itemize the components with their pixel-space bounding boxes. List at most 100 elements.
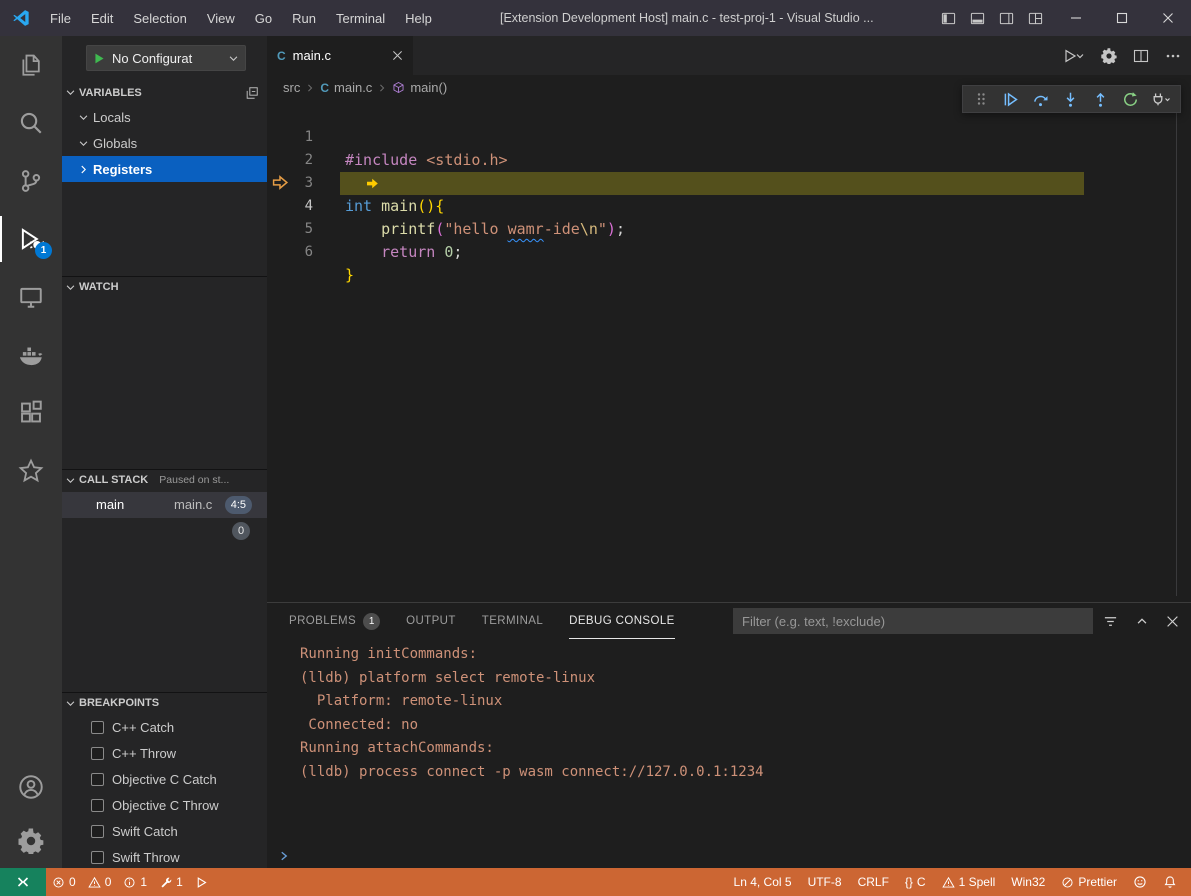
variables-item-registers[interactable]: Registers [62,156,267,182]
feedback-smiley-icon[interactable] [1127,868,1153,896]
breakpoint-swift-catch[interactable]: Swift Catch [62,818,267,844]
filter-icon[interactable] [1103,614,1118,629]
docker-icon[interactable] [0,326,62,384]
menu-go[interactable]: Go [245,0,282,36]
customize-layout-icon[interactable] [1028,11,1043,26]
more-actions-icon[interactable] [1165,48,1181,64]
explorer-icon[interactable] [0,36,62,94]
inline-breakpoint-arrow-icon[interactable] [366,177,379,190]
checkbox[interactable] [91,825,104,838]
tab-terminal[interactable]: TERMINAL [482,603,543,639]
menu-edit[interactable]: Edit [81,0,123,36]
menu-help[interactable]: Help [395,0,442,36]
step-out-icon[interactable] [1088,87,1113,111]
checkbox[interactable] [91,747,104,760]
checkbox[interactable] [91,773,104,786]
c-language-icon: C [320,81,329,95]
minimize-button[interactable] [1053,0,1099,36]
remote-indicator[interactable] [0,868,46,896]
toggle-sidebar-icon[interactable] [941,11,956,26]
menu-view[interactable]: View [197,0,245,36]
debug-sidebar: No Configurat VARIABLES Locals Globals R… [62,36,267,868]
tools-status[interactable]: 1 [153,868,189,896]
formatter-status[interactable]: Prettier [1055,868,1123,896]
menu-selection[interactable]: Selection [123,0,196,36]
checkbox[interactable] [91,851,104,864]
breadcrumb-folder[interactable]: src [283,80,300,95]
watch-section-header[interactable]: WATCH [62,276,267,297]
eol-sequence[interactable]: CRLF [852,868,895,896]
current-frame-gutter-arrow-icon[interactable] [272,174,289,191]
variables-item-globals[interactable]: Globals [62,130,267,156]
split-editor-icon[interactable] [1133,48,1149,64]
remote-icon [15,874,31,890]
checkbox[interactable] [91,721,104,734]
breadcrumb-symbol[interactable]: main() [410,80,447,95]
breadcrumb-file[interactable]: main.c [334,80,372,95]
variables-section-header[interactable]: VARIABLES [62,82,267,103]
variables-item-locals[interactable]: Locals [62,104,267,130]
frame-function: main [96,492,124,518]
run-or-debug-icon[interactable] [1063,48,1085,64]
extensions-icon[interactable] [0,384,62,442]
breakpoint-objc-throw[interactable]: Objective C Throw [62,792,267,818]
star-extension-icon[interactable] [0,442,62,500]
warnings-status[interactable]: 0 [82,868,118,896]
collapse-all-icon[interactable] [245,86,259,100]
tab-output[interactable]: OUTPUT [406,603,456,639]
chevron-right-icon [305,83,315,93]
errors-status[interactable]: 0 [46,868,82,896]
menu-run[interactable]: Run [282,0,326,36]
tab-debug-console[interactable]: DEBUG CONSOLE [569,603,675,639]
language-mode[interactable]: {} C [899,868,932,896]
chevron-down-icon [78,112,89,123]
accounts-icon[interactable] [0,760,62,814]
tab-main-c[interactable]: C main.c [267,36,413,75]
close-panel-icon[interactable] [1166,615,1179,628]
search-icon[interactable] [0,94,62,152]
breakpoint-swift-throw[interactable]: Swift Throw [62,844,267,868]
toggle-panel-icon[interactable] [970,11,985,26]
step-into-icon[interactable] [1058,87,1083,111]
step-over-icon[interactable] [1028,87,1053,111]
chevron-down-icon [78,138,89,149]
chevron-down-icon [65,87,76,98]
menu-terminal[interactable]: Terminal [326,0,395,36]
infos-status[interactable]: 1 [117,868,153,896]
tab-close-icon[interactable] [392,50,403,61]
run-and-debug-icon[interactable]: 1 [0,210,62,268]
call-stack-section-header[interactable]: CALL STACK Paused on st... [62,469,267,490]
encoding[interactable]: UTF-8 [802,868,848,896]
breakpoints-section-header[interactable]: BREAKPOINTS [62,692,267,713]
notifications-bell-icon[interactable] [1157,868,1183,896]
checkbox[interactable] [91,799,104,812]
console-filter-input[interactable] [733,608,1093,634]
source-control-icon[interactable] [0,152,62,210]
menu-file[interactable]: File [40,0,81,36]
close-button[interactable] [1145,0,1191,36]
console-input-row[interactable] [278,846,290,866]
platform-status[interactable]: Win32 [1005,868,1051,896]
disconnect-icon[interactable] [1148,87,1173,111]
restart-icon[interactable] [1118,87,1143,111]
settings-gear-icon[interactable] [0,814,62,868]
breakpoint-objc-catch[interactable]: Objective C Catch [62,766,267,792]
tab-problems[interactable]: PROBLEMS1 [289,603,380,639]
continue-icon[interactable] [998,87,1023,111]
maximize-panel-icon[interactable] [1135,614,1149,628]
breakpoint-cpp-throw[interactable]: C++ Throw [62,740,267,766]
toggle-secondary-sidebar-icon[interactable] [999,11,1014,26]
stack-frame-row[interactable]: main main.c 4:5 [62,492,267,518]
spell-checker-status[interactable]: 1 Spell [936,868,1002,896]
frame-file: main.c [174,492,212,518]
cursor-position[interactable]: Ln 4, Col 5 [728,868,798,896]
breakpoint-cpp-catch[interactable]: C++ Catch [62,714,267,740]
editor-scrollbar[interactable] [1176,76,1177,596]
editor-settings-gear-icon[interactable] [1101,48,1117,64]
code-editor[interactable]: 1 #include <stdio.h> 2 3 int main(){ 4 p… [267,100,1191,602]
maximize-button[interactable] [1099,0,1145,36]
launch-config-dropdown[interactable]: No Configurat [86,45,246,71]
debug-session-status[interactable] [189,868,214,896]
toolbar-drag-grip[interactable] [968,87,993,111]
remote-explorer-icon[interactable] [0,268,62,326]
